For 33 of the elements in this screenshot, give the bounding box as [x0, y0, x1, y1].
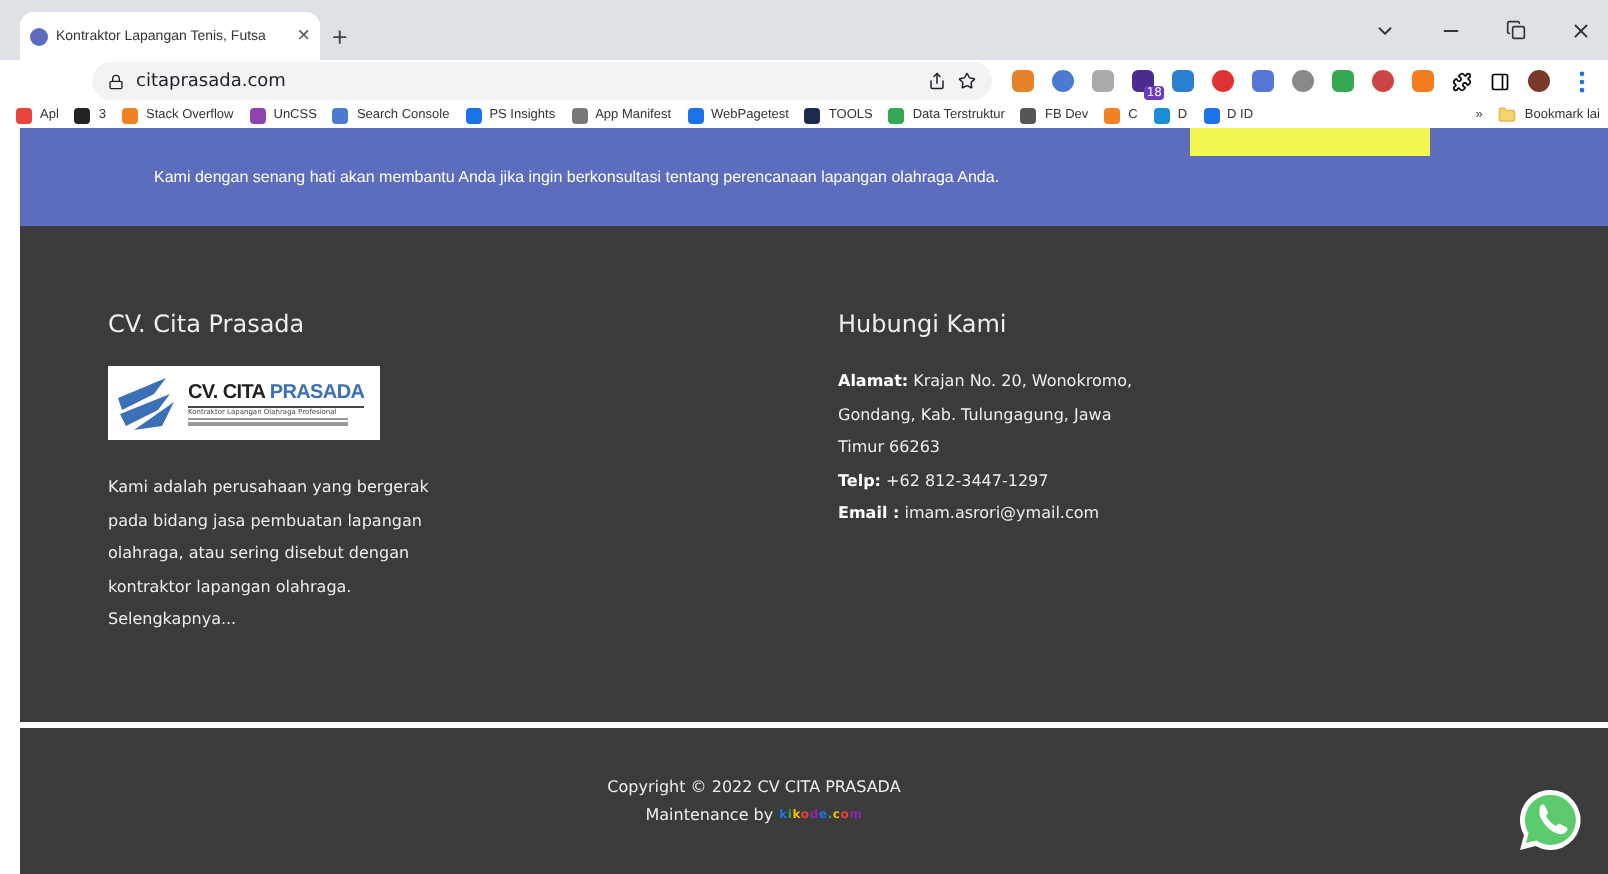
banner-text: Kami dengan senang hati akan membantu Anda jika ingin berkonsultasi tentang perencanaan lapangan olahraga Anda.	[154, 168, 1000, 186]
whatsapp-icon[interactable]	[1516, 786, 1584, 854]
site-favicon	[30, 27, 48, 45]
side-panel-icon[interactable]	[1490, 71, 1510, 91]
avatar-icon[interactable]	[1528, 70, 1550, 92]
extension-icon[interactable]	[1372, 70, 1394, 92]
restore-icon[interactable]	[1506, 20, 1526, 40]
url-text: citaprasada.com	[136, 71, 288, 91]
close-tab-button[interactable]: ×	[297, 24, 310, 48]
folder-icon	[1498, 106, 1517, 124]
share-icon[interactable]	[928, 72, 946, 90]
contact-text: Telp: +62 812-3447-1297	[838, 469, 1051, 494]
about-heading: CV. Cita Prasada	[108, 310, 307, 338]
about-text: olahraga, atau sering disebut dengan	[108, 542, 412, 566]
contact-text: Gondang, Kab. Tulungagung, Jawa	[838, 403, 1114, 428]
maintenance-text: Maintenance by	[645, 806, 774, 824]
about-text: pada bidang jasa pembuatan lapangan	[108, 509, 424, 534]
copyright-text: Copyright © 2022 CV CITA PRASADA	[607, 778, 901, 796]
about-text: kontraktor lapangan olahraga.	[108, 575, 354, 600]
contact-heading: Hubungi Kami	[838, 310, 1009, 338]
contact-text: Email : imam.asrori@ymail.com	[838, 502, 1102, 526]
about-text: Kami adalah perusahaan yang bergerak	[108, 476, 431, 500]
logo-name: CV. CITA PRASADA	[188, 381, 365, 403]
lock-icon	[108, 73, 124, 89]
contact-text: Alamat: Krajan No. 20, Wonokromo,	[838, 370, 1135, 394]
new-tab-button[interactable]: +	[332, 12, 348, 60]
address-bar[interactable]: citaprasada.com	[92, 62, 992, 100]
extension-icon[interactable]	[1212, 70, 1234, 92]
contact-text: Timur 66263	[838, 436, 943, 460]
extensions-icon[interactable]	[1452, 71, 1472, 91]
star-icon[interactable]	[958, 72, 976, 90]
read-more-link[interactable]: Selengkapnya...	[108, 604, 838, 637]
close-icon[interactable]	[1570, 19, 1592, 41]
